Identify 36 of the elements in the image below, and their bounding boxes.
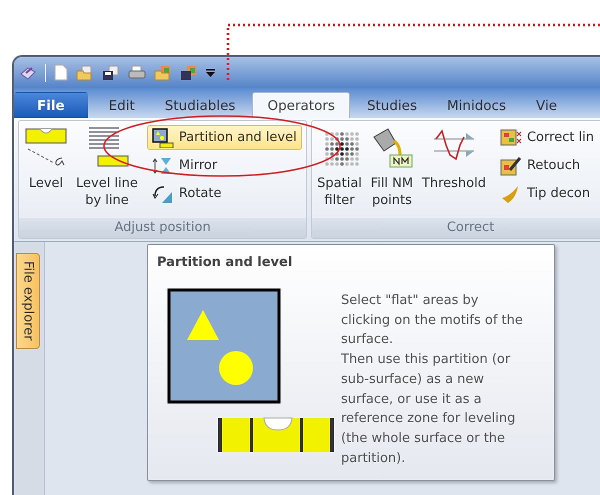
- tooltip-description: Select "flat" areas by clicking on the motifs of the surface.: [341, 292, 524, 350]
- new-file-icon[interactable]: [54, 64, 68, 81]
- side-panel-tab[interactable]: File explorer: [16, 253, 40, 349]
- tooltip-description: Then use this partition (or sub-surface) as a new surface, or use it as a reference zone for leveling (the whole surface or the partition).: [341, 351, 516, 468]
- ribbon-small-button[interactable]: Rotate: [146, 181, 302, 206]
- ribbon-tab[interactable]: Edit: [96, 92, 148, 118]
- ribbon-small-button[interactable]: Mirror: [146, 153, 302, 178]
- ribbon-small-button[interactable]: Tip decon: [494, 181, 600, 206]
- ribbon-button[interactable]: Threshold: [418, 125, 489, 192]
- ribbon-button[interactable]: Level line by line: [73, 125, 141, 209]
- pencil-icon: [500, 156, 522, 176]
- rotate-icon: [152, 184, 174, 204]
- printer-icon[interactable]: [128, 64, 146, 80]
- tooltip-title: Partition and level: [157, 255, 294, 270]
- ribbon-button[interactable]: Fill NM points: [366, 125, 417, 209]
- ribbon-tab[interactable]: Vie: [523, 92, 570, 118]
- app-logo-icon: [19, 64, 37, 80]
- save-image-icon[interactable]: [180, 64, 198, 80]
- ribbon-tab[interactable]: Studiables: [152, 92, 248, 118]
- save-icon[interactable]: [102, 64, 120, 80]
- color-grid-icon: [500, 128, 522, 148]
- ribbon-button[interactable]: Spatial filter: [314, 125, 365, 209]
- ribbon-small-button[interactable]: Partition and level: [146, 125, 302, 150]
- mirror-icon: [152, 156, 174, 176]
- group-label: Correct: [312, 218, 600, 238]
- folder-icon[interactable]: [76, 64, 94, 80]
- ribbon-button[interactable]: Level: [21, 125, 71, 192]
- ribbon-tab[interactable]: Minidocs: [434, 92, 520, 118]
- ribbon-tab[interactable]: File: [14, 92, 88, 118]
- group-label: Adjust position: [19, 218, 306, 238]
- ribbon-tab[interactable]: Studies: [354, 92, 430, 118]
- ribbon-tab[interactable]: Operators: [252, 92, 350, 118]
- partition-icon: [152, 128, 174, 148]
- ribbon-small-button[interactable]: Correct lin: [494, 125, 600, 150]
- dropdown-caret-icon[interactable]: [206, 68, 215, 76]
- ribbon-small-button[interactable]: Retouch: [494, 153, 600, 178]
